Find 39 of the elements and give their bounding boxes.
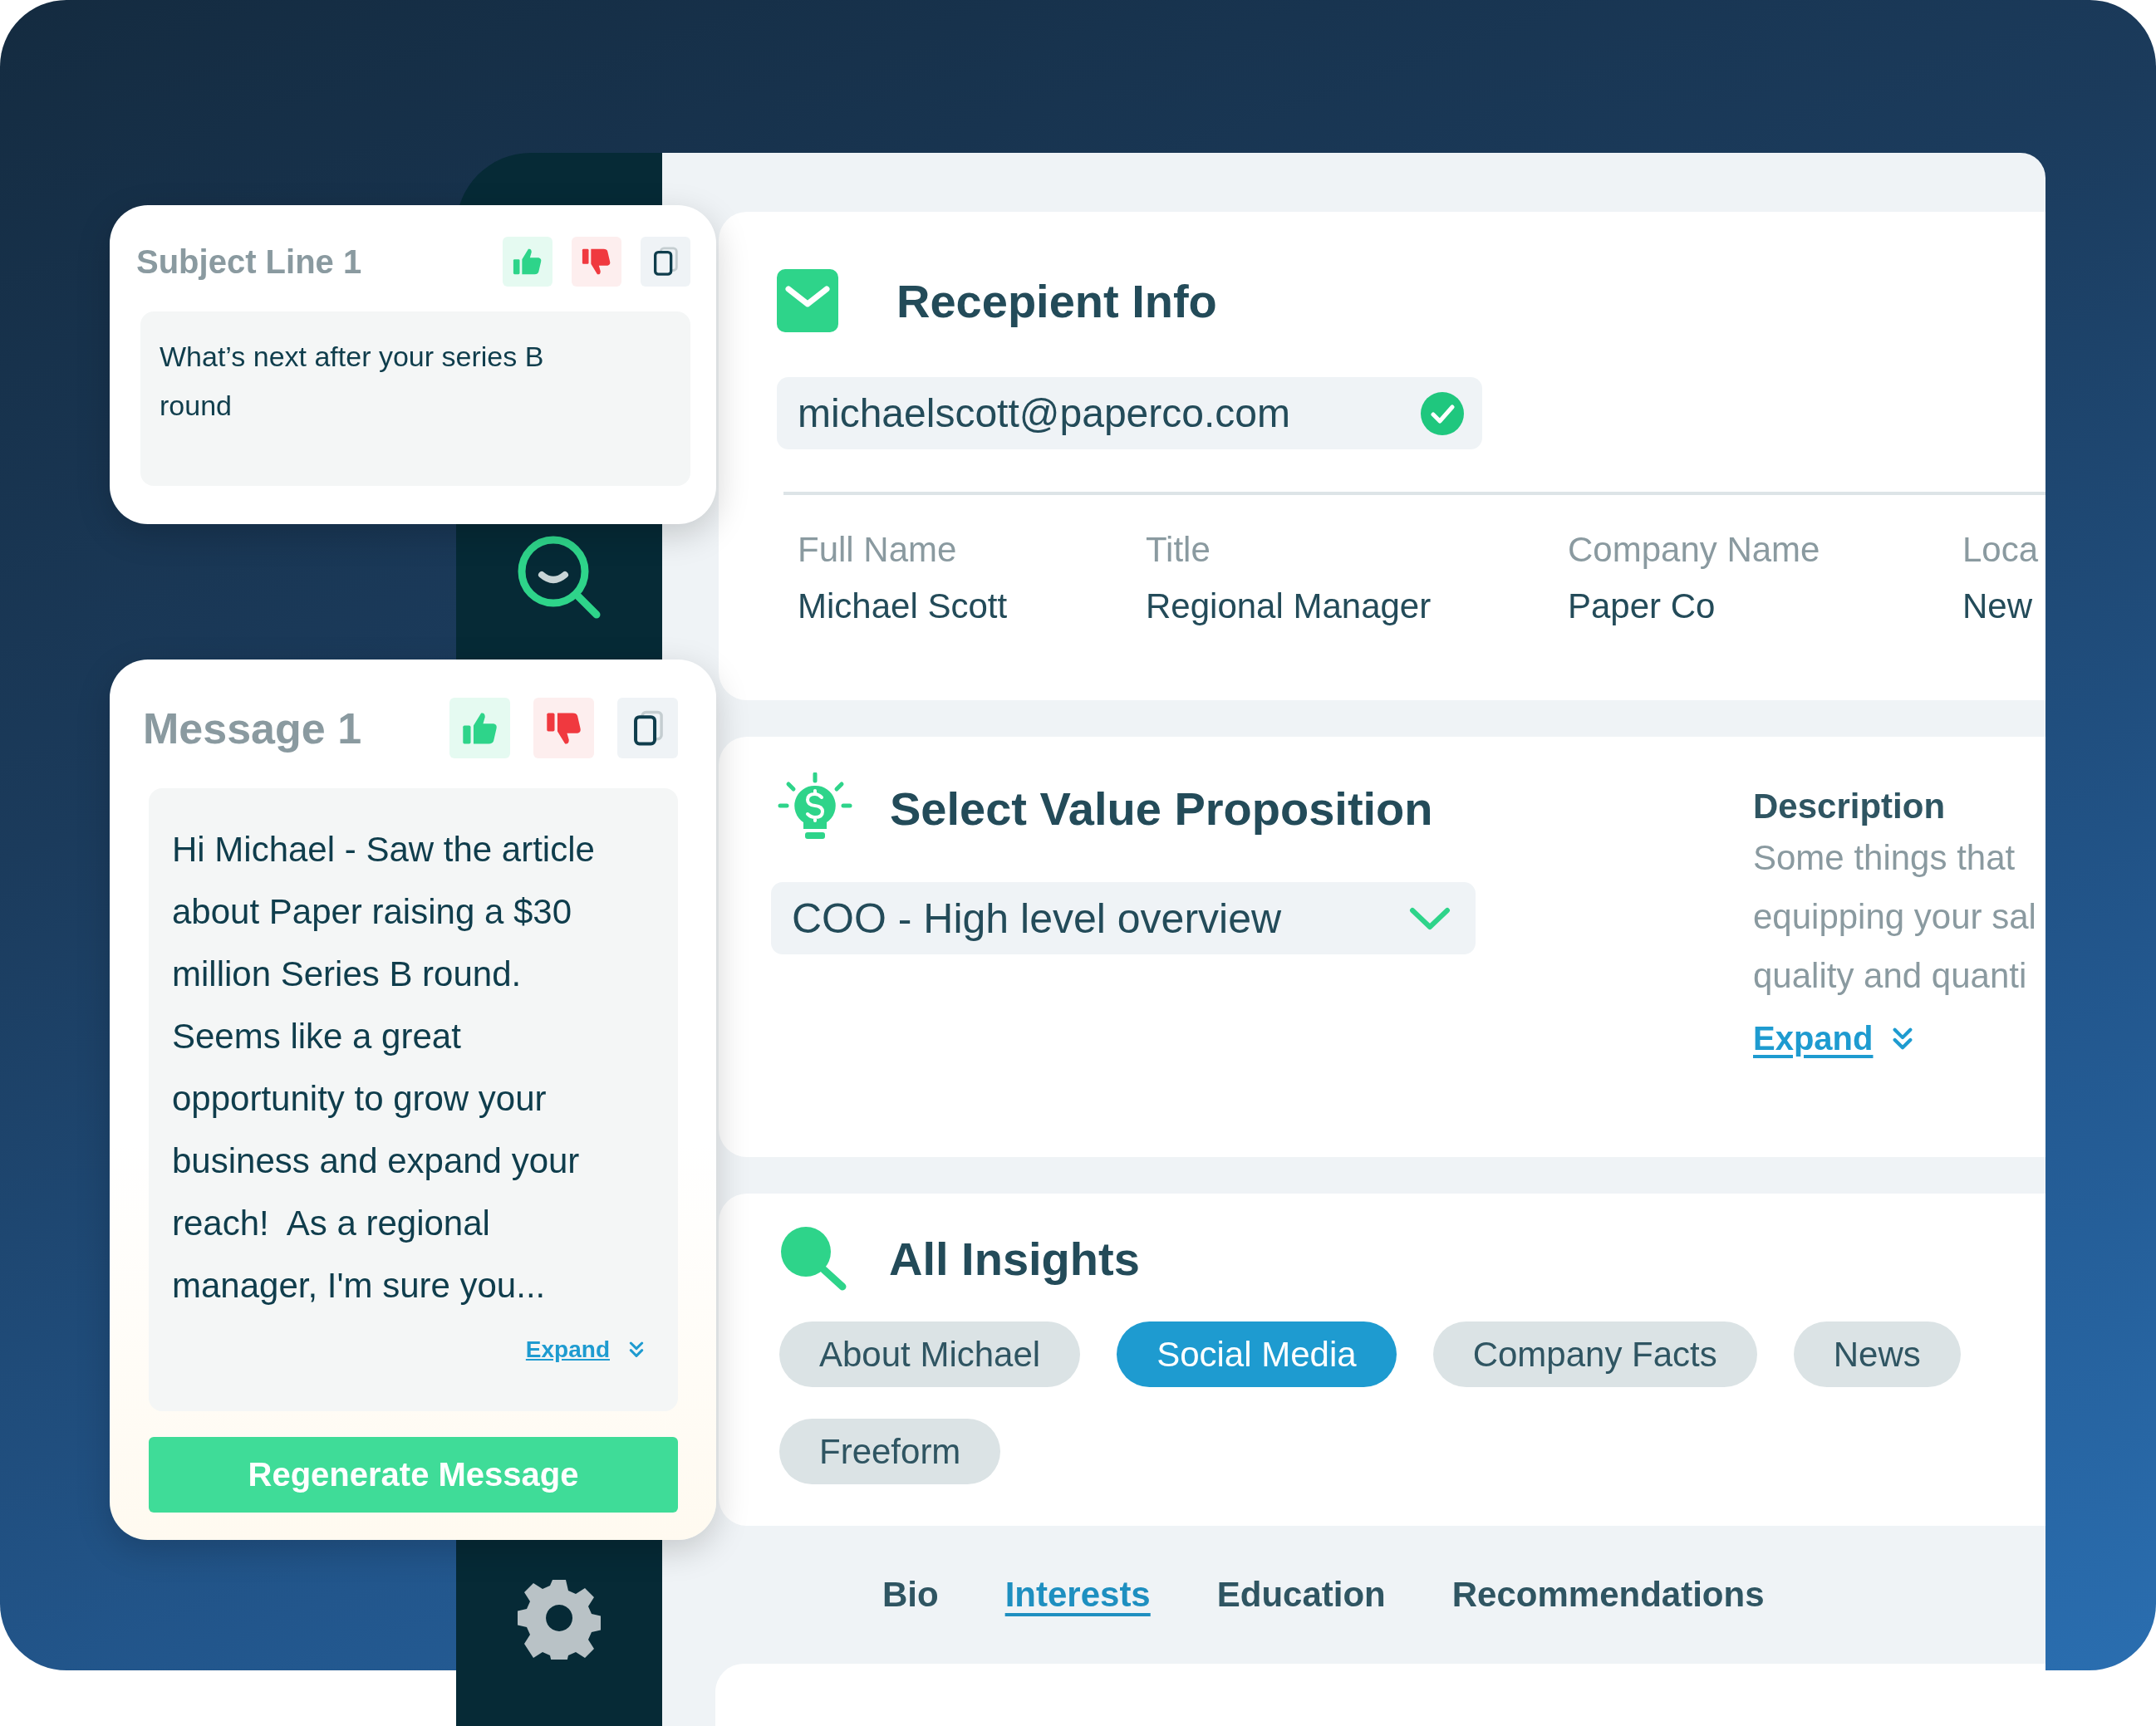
card-title: Message 1 (143, 703, 362, 753)
thumbs-up-button[interactable] (449, 698, 510, 758)
field-value: Michael Scott (798, 586, 1009, 626)
description-text: Some things that equipping your sal quality and quanti (1753, 837, 2036, 997)
filter-chip[interactable]: Social Media (1117, 1321, 1397, 1387)
chevron-down-icon (1409, 905, 1451, 931)
field-label: Loca (1962, 530, 2039, 570)
tab[interactable]: Education (1216, 1575, 1386, 1615)
message-text: Hi Michael - Saw the article about Paper raising a $30 million Series B round. Seems like a great opportunity to grow your business and expand your reach! As a regional manager, I'm sure you... (172, 829, 596, 1307)
field-value: Paper Co (1568, 586, 1716, 626)
thumbs-up-button[interactable] (503, 237, 553, 287)
field-label: Full Name (798, 530, 958, 570)
thumbs-down-button[interactable] (533, 698, 594, 758)
card-title: All Insights (889, 1231, 1140, 1286)
filter-chip[interactable]: Company Facts (1432, 1321, 1757, 1387)
copy-button[interactable] (641, 237, 690, 287)
field-label: Company Name (1568, 530, 1821, 570)
filter-chip[interactable]: News (1793, 1321, 1961, 1387)
card-title: Subject Line 1 (136, 243, 362, 281)
filter-chip[interactable]: Freeform (779, 1419, 1001, 1484)
tab[interactable]: Interests (1004, 1575, 1151, 1615)
thumbs-down-button[interactable] (572, 237, 621, 287)
copy-button[interactable] (617, 698, 678, 758)
tab[interactable]: Recommendations (1451, 1575, 1765, 1615)
search-icon (779, 1225, 847, 1292)
field-label: Title (1146, 530, 1211, 570)
double-chevron-down-icon (628, 1341, 645, 1359)
email-field[interactable]: michaelscott@paperco.com (777, 377, 1482, 449)
value-proposition-dropdown[interactable]: COO - High level overview (771, 882, 1476, 954)
card-title: Recepient Info (896, 273, 1217, 328)
field-value: Regional Manager (1146, 586, 1432, 626)
mail-icon (777, 269, 838, 332)
description-heading: Description (1753, 787, 1947, 826)
tab[interactable]: Bio (882, 1575, 939, 1615)
card-title: Select Value Proposition (890, 781, 1433, 836)
subject-text: What’s next after your series B round (140, 311, 690, 486)
field-value: New (1962, 586, 2034, 626)
expand-link[interactable]: Expand (1753, 1020, 1874, 1057)
filter-chip[interactable]: About Michael (779, 1321, 1081, 1387)
